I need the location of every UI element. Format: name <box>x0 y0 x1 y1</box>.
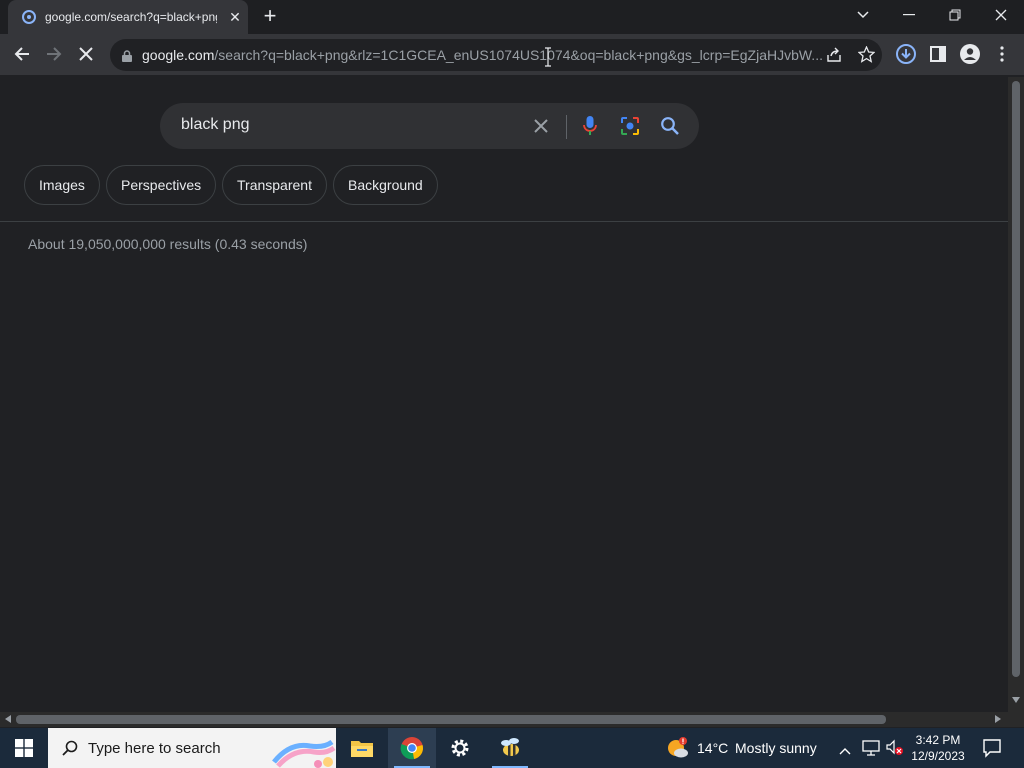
scroll-down-arrow-icon[interactable] <box>1012 697 1020 703</box>
tab-close-icon[interactable]: ✕ <box>227 9 243 26</box>
share-icon[interactable] <box>826 47 842 68</box>
search-box[interactable]: black png <box>160 103 699 149</box>
scroll-right-arrow-icon[interactable] <box>995 715 1001 723</box>
minimize-icon[interactable] <box>886 0 932 30</box>
clock-date: 12/9/2023 <box>911 749 965 763</box>
horizontal-scroll-thumb[interactable] <box>16 715 886 724</box>
scroll-left-arrow-icon[interactable] <box>5 715 11 723</box>
search-input[interactable]: black png <box>181 116 250 134</box>
menu-kebab-icon[interactable] <box>987 39 1017 69</box>
lock-icon[interactable] <box>122 49 132 62</box>
vertical-scroll-thumb[interactable] <box>1012 81 1020 677</box>
windows-logo-icon <box>15 739 33 757</box>
chip-perspectives[interactable]: Perspectives <box>106 165 217 205</box>
bee-app-icon[interactable] <box>486 728 534 768</box>
browser-toolbar: google.com/search?q=black+png&rlz=1C1GCE… <box>0 34 1024 76</box>
taskbar-search-placeholder: Type here to search <box>88 739 221 757</box>
page-content: black png Images Perspectives Transparen… <box>0 77 1008 712</box>
search-divider <box>566 115 567 139</box>
chrome-taskbar-icon[interactable] <box>388 728 436 768</box>
loading-favicon-icon <box>22 10 36 24</box>
restore-icon[interactable] <box>932 0 978 30</box>
search-highlight-illustration-icon <box>270 736 336 768</box>
weather-temperature[interactable]: 14°C <box>697 740 728 756</box>
network-icon[interactable] <box>862 740 880 761</box>
start-button[interactable] <box>0 728 48 768</box>
taskbar-search-icon <box>62 740 78 756</box>
weather-condition[interactable]: Mostly sunny <box>735 740 817 756</box>
show-hidden-icons-chevron-icon[interactable] <box>839 742 851 760</box>
back-icon[interactable] <box>7 39 37 69</box>
chip-background[interactable]: Background <box>333 165 438 205</box>
tab-search-icon[interactable] <box>840 0 886 30</box>
vertical-scrollbar[interactable] <box>1008 77 1024 712</box>
text-cursor-icon <box>545 47 551 72</box>
file-explorer-icon[interactable] <box>338 728 386 768</box>
clock-time: 3:42 PM <box>915 733 961 747</box>
settings-gear-icon[interactable] <box>436 728 484 768</box>
windows-taskbar: Type here to search 14°C Mostly sunny 3:… <box>0 728 1024 768</box>
tab-strip: google.com/search?q=black+png ✕ + <box>0 0 1024 34</box>
close-window-icon[interactable] <box>978 0 1024 30</box>
horizontal-scrollbar[interactable] <box>0 712 1024 727</box>
profile-icon[interactable] <box>955 39 985 69</box>
forward-icon[interactable] <box>39 39 69 69</box>
chip-images[interactable]: Images <box>24 165 100 205</box>
taskbar-search-box[interactable]: Type here to search <box>48 728 336 768</box>
lens-search-icon[interactable] <box>620 116 640 141</box>
weather-icon[interactable] <box>666 737 690 764</box>
search-icon[interactable] <box>660 116 680 141</box>
volume-muted-icon[interactable] <box>886 739 904 762</box>
notification-center-icon[interactable] <box>982 738 1002 763</box>
new-tab-icon[interactable]: + <box>258 4 282 28</box>
side-panel-icon[interactable] <box>923 39 953 69</box>
results-stats: About 19,050,000,000 results (0.43 secon… <box>28 236 308 252</box>
voice-search-icon[interactable] <box>583 115 597 142</box>
tab-title: google.com/search?q=black+png <box>45 10 217 24</box>
address-bar[interactable]: google.com/search?q=black+png&rlz=1C1GCE… <box>110 39 882 71</box>
taskbar-clock[interactable]: 3:42 PM 12/9/2023 <box>906 732 970 764</box>
bookmark-star-icon[interactable] <box>857 45 876 68</box>
browser-tab[interactable]: google.com/search?q=black+png ✕ <box>8 0 248 34</box>
chip-transparent[interactable]: Transparent <box>222 165 327 205</box>
url-text: google.com/search?q=black+png&rlz=1C1GCE… <box>142 47 822 63</box>
clear-search-icon[interactable] <box>533 118 549 139</box>
download-icon[interactable] <box>891 39 921 69</box>
stop-loading-icon[interactable] <box>71 39 101 69</box>
results-divider <box>0 221 1008 222</box>
